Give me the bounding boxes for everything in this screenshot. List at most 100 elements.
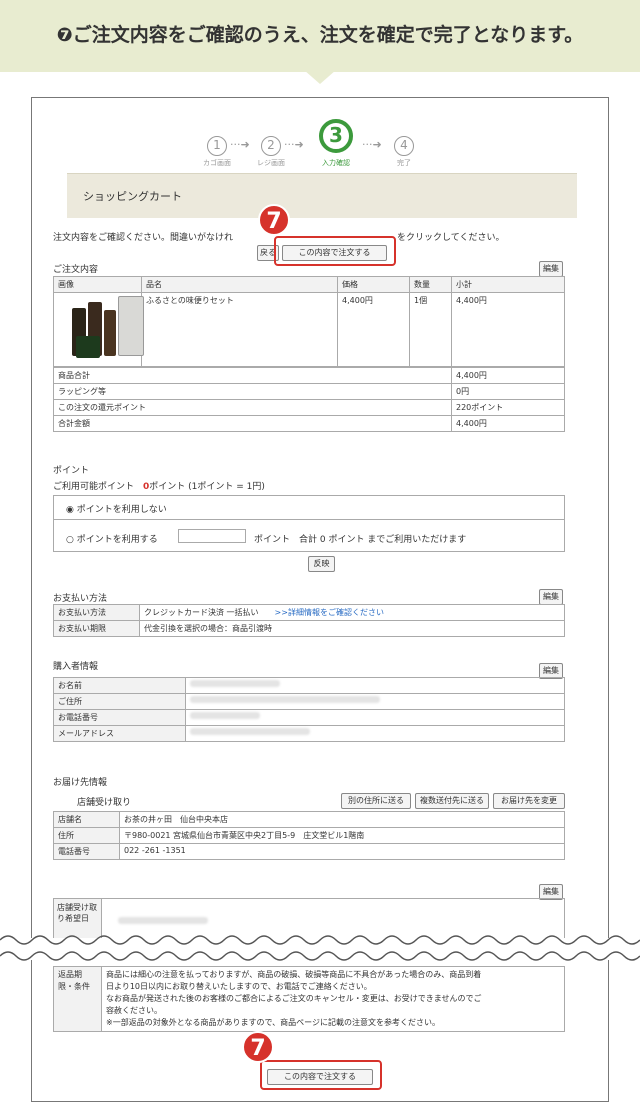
buyer-email-label: メールアドレス bbox=[53, 725, 186, 742]
redacted-value bbox=[190, 728, 310, 735]
payment-deadline-value: 代金引換を選択の場合：商品引渡時 bbox=[139, 620, 565, 637]
order-summary: 商品合計 4,400円 ラッピング等 0円 この注文の還元ポイント 220ポイント 合… bbox=[53, 367, 565, 432]
notice-text-b: をクリックしてください。 bbox=[397, 233, 505, 243]
footer-divider bbox=[72, 1101, 572, 1102]
returns-label: 返品期限・条件 bbox=[53, 966, 102, 1032]
buyer-table: お名前 ご住所 お電話番号 メールアドレス bbox=[53, 677, 565, 742]
product-name: ふるさとの味便りセット bbox=[141, 292, 338, 367]
summary-value: 220ポイント bbox=[451, 399, 565, 416]
payment-detail-link[interactable]: >>詳細情報をご確認ください bbox=[275, 608, 384, 617]
product-price: 4,400円 bbox=[337, 292, 410, 367]
store-phone-label: 電話番号 bbox=[53, 843, 120, 860]
redacted-value bbox=[190, 696, 380, 703]
buyer-name-label: お名前 bbox=[53, 677, 186, 694]
notice-text-a: 注文内容をご確認ください。間違いがなけれ bbox=[53, 233, 234, 243]
summary-value: 4,400円 bbox=[451, 367, 565, 384]
step-7-badge-bottom: 7 bbox=[242, 1031, 274, 1063]
highlight-frame-bottom bbox=[260, 1060, 382, 1090]
payment-table: お支払い方法 クレジットカード決済 一括払い >>詳細情報をご確認ください お支払… bbox=[53, 604, 565, 637]
buyer-address-label: ご住所 bbox=[53, 693, 186, 710]
product-subtotal: 4,400円 bbox=[451, 292, 565, 367]
delivery-subtitle: 店舗受け取り bbox=[77, 798, 132, 808]
product-qty: 1個 bbox=[409, 292, 452, 367]
step-number-badge: ❼ bbox=[56, 24, 73, 46]
redacted-value bbox=[190, 680, 280, 687]
buyer-phone-label: お電話番号 bbox=[53, 709, 186, 726]
banner-pointer bbox=[304, 70, 336, 84]
returns-table: 返品期限・条件 商品には細心の注意を払っておりますが、商品の破損、破損等商品に不… bbox=[53, 966, 565, 1032]
order-section-title: ご注文内容 bbox=[53, 265, 99, 275]
col-subtotal: 小計 bbox=[451, 276, 565, 293]
buyer-email-value bbox=[185, 725, 565, 742]
points-option-use[interactable]: ○ ポイントを利用する bbox=[66, 532, 158, 545]
buyer-phone-value bbox=[185, 709, 565, 726]
payment-deadline-label: お支払い期限 bbox=[53, 620, 140, 637]
redacted-value bbox=[190, 712, 260, 719]
cart-header: ショッピングカート bbox=[67, 173, 577, 218]
payment-edit-button[interactable]: 編集 bbox=[539, 589, 563, 605]
summary-value: 4,400円 bbox=[451, 415, 565, 432]
reflect-button[interactable]: 反映 bbox=[308, 556, 335, 572]
redacted-value bbox=[118, 917, 208, 924]
points-available-label: ご利用可能ポイント bbox=[53, 482, 135, 492]
product-bottle bbox=[104, 310, 116, 356]
returns-line: 容赦ください。 bbox=[106, 1006, 162, 1015]
delivery-title: お届け先情報 bbox=[53, 778, 108, 788]
points-option-none-label: ポイントを利用しない bbox=[76, 505, 167, 515]
points-title: ポイント bbox=[53, 466, 90, 476]
returns-line: ※一部返品の対象外となる商品がありますので、商品ページに記載の注意文を参考くださ… bbox=[106, 1018, 440, 1027]
payment-method-label: お支払い方法 bbox=[53, 604, 140, 621]
summary-label: 合計金額 bbox=[53, 415, 452, 432]
step-arrow: ···➜ bbox=[284, 138, 304, 151]
buyer-address-value bbox=[185, 693, 565, 710]
store-address-value: 〒980-0021 宮城県仙台市青葉区中央2丁目5-9 庄文堂ビル1階南 bbox=[119, 827, 565, 844]
col-name: 品名 bbox=[141, 276, 338, 293]
col-qty: 数量 bbox=[409, 276, 452, 293]
step-2-circle: 2 bbox=[261, 136, 281, 156]
cart-title: ショッピングカート bbox=[83, 190, 182, 203]
step-2-label: レジ画面 bbox=[257, 159, 285, 167]
summary-label: ラッピング等 bbox=[53, 383, 452, 400]
ship-other-address-button[interactable]: 別の住所に送る bbox=[341, 793, 411, 809]
product-bag bbox=[118, 296, 144, 356]
payment-method-value: クレジットカード決済 一括払い >>詳細情報をご確認ください bbox=[139, 604, 565, 621]
points-input[interactable] bbox=[178, 529, 246, 543]
delivery-table: 店舗名 お茶の井ヶ田 仙台中央本店 住所 〒980-0021 宮城県仙台市青葉区中央… bbox=[53, 811, 565, 860]
change-destination-button[interactable]: お届け先を変更 bbox=[493, 793, 565, 809]
buyer-name-value bbox=[185, 677, 565, 694]
store-name-label: 店舗名 bbox=[53, 811, 120, 828]
multi-address-button[interactable]: 複数送付先に送る bbox=[415, 793, 489, 809]
step-4-label: 完了 bbox=[397, 159, 411, 167]
step-3-circle: 3 bbox=[319, 119, 353, 153]
payment-method-text: クレジットカード決済 一括払い bbox=[144, 608, 259, 617]
summary-value: 0円 bbox=[451, 383, 565, 400]
col-price: 価格 bbox=[337, 276, 410, 293]
returns-line: 日より10日以内にお取り替えいたしますので、お電話でご連絡ください。 bbox=[106, 982, 372, 991]
step-3-label: 入力確認 bbox=[322, 159, 350, 167]
step-arrow: ···➜ bbox=[362, 138, 382, 151]
step-4-circle: 4 bbox=[394, 136, 414, 156]
payment-title: お支払い方法 bbox=[53, 594, 108, 604]
returns-text: 商品には細心の注意を払っておりますが、商品の破損、破損等商品に不具合があった場合… bbox=[101, 966, 565, 1032]
order-edit-button[interactable]: 編集 bbox=[539, 261, 563, 277]
store-address-label: 住所 bbox=[53, 827, 120, 844]
page-break-wave bbox=[0, 935, 640, 961]
banner-text: ❼ご注文内容をご確認のうえ、注文を確定で完了となります。 bbox=[0, 20, 640, 47]
highlight-frame-top bbox=[274, 236, 396, 266]
step-1-circle: 1 bbox=[207, 136, 227, 156]
points-available: ご利用可能ポイント 0ポイント (1ポイント = 1円) bbox=[53, 479, 265, 492]
step-7-badge-top: 7 bbox=[258, 204, 290, 236]
summary-label: この注文の還元ポイント bbox=[53, 399, 452, 416]
col-image: 画像 bbox=[53, 276, 142, 293]
points-option-none[interactable]: ◉ ポイントを利用しない bbox=[66, 502, 167, 515]
pickup-date-value bbox=[118, 909, 208, 928]
points-option-use-suffix: ポイント 合計 0 ポイント までご利用いただけます bbox=[254, 535, 467, 545]
points-available-unit: ポイント (1ポイント = 1円) bbox=[149, 482, 265, 492]
banner-message: ご注文内容をご確認のうえ、注文を確定で完了となります。 bbox=[72, 24, 584, 46]
buyer-title: 購入者情報 bbox=[53, 662, 99, 672]
step-1-label: カゴ画面 bbox=[203, 159, 231, 167]
store-phone-value: 022 -261 -1351 bbox=[119, 843, 565, 860]
returns-line: なお商品が発送された後のお客様のご都合によるご注文のキャンセル・変更は、お受けで… bbox=[106, 994, 482, 1003]
store-name-value: お茶の井ヶ田 仙台中央本店 bbox=[119, 811, 565, 828]
product-box bbox=[76, 336, 100, 358]
